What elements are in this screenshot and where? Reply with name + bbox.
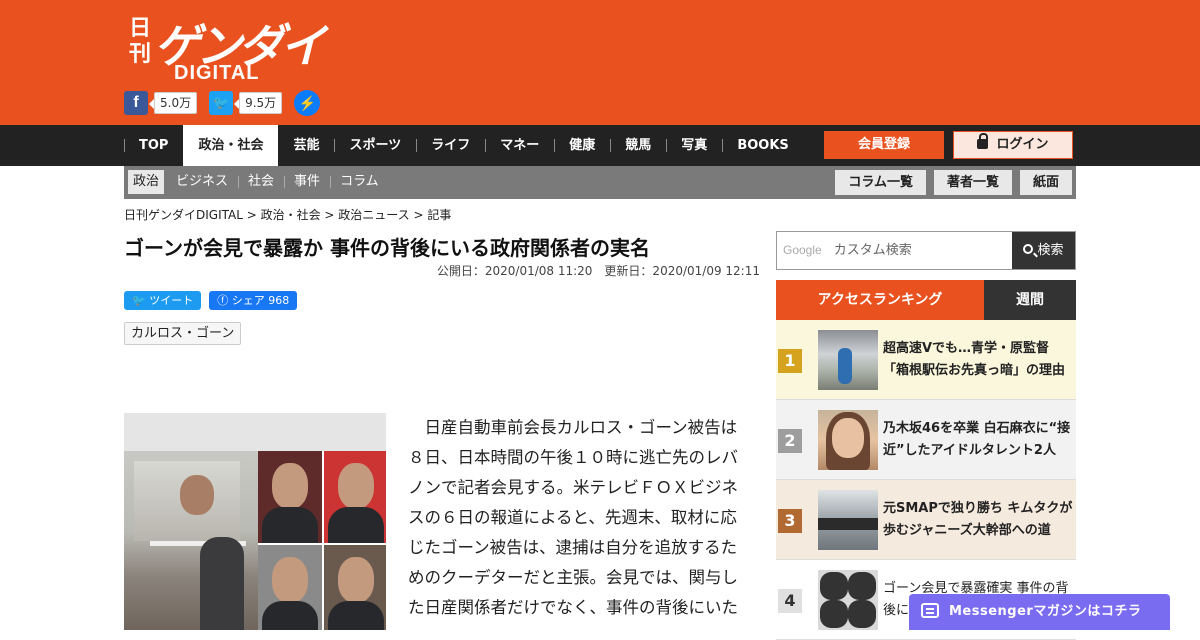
portrait-1 [258,451,322,543]
column-list-button[interactable]: コラム一覧 [835,170,926,195]
press-conference-image [124,451,258,630]
article-title: ゴーンが会見で暴露か 事件の背後にいる政府関係者の実名 [124,236,650,260]
gnav-item-health[interactable]: 健康 [554,125,610,166]
facebook-count: 5.0万 [148,92,198,114]
breadcrumb[interactable]: 日刊ゲンダイDIGITAL > 政治・社会 > 政治ニュース > 記事 [124,206,451,223]
portrait-grid [258,451,386,630]
share-buttons: 🐦 ツイート ⓕ シェア 968 [124,291,298,310]
ranking-thumbnail [818,570,878,630]
login-button[interactable]: ログイン [953,131,1073,159]
gnav-item-photo[interactable]: 写真 [666,125,722,166]
ranking-tabs: アクセスランキング 週間 [776,280,1076,320]
subnav-item-business[interactable]: ビジネス [164,170,238,194]
logo-small-text: 日刊 [128,16,151,67]
sub-nav: 政治 ビジネス 社会 事件 コラム コラム一覧 著者一覧 紙面 [124,166,1076,199]
messenger-icon[interactable]: ⚡ [294,90,321,116]
ranking-title: 元SMAPで独り勝ち キムタクが歩むジャニーズ大幹部への道 [883,501,1073,538]
search-button[interactable]: 検索 [1012,232,1075,269]
ranking-list: 1 超高速Vでも…青学・原監督「箱根駅伝お先真っ暗」の理由 2 乃木坂46を卒業… [776,320,1076,640]
search-button-label: 検索 [1037,243,1064,258]
rank-badge: 2 [778,429,802,453]
gnav-item-politics[interactable]: 政治・社会 [183,125,279,166]
article-tag[interactable]: カルロス・ゴーン [124,322,242,345]
messenger-banner-label: Messengerマガジンはコチラ [949,604,1142,619]
site-search: Google カスタム検索 検索 [776,231,1076,270]
twitter-count: 9.5万 [234,92,283,114]
facebook-icon[interactable]: f [124,91,148,115]
rank-badge: 3 [778,509,802,533]
twitter-icon[interactable]: 🐦 [209,91,234,115]
rank-badge: 4 [778,589,802,613]
share-label: シェア 968 [231,294,290,307]
tweet-button[interactable]: 🐦 ツイート [124,291,202,310]
ranking-thumbnail [818,490,878,550]
article-photo[interactable] [124,413,386,630]
google-label: Google [783,243,822,257]
article-dates: 公開日：2020/01/08 11:20 更新日：2020/01/09 12:1… [436,264,760,278]
portrait-4 [324,545,386,630]
tab-weekly[interactable]: 週間 [984,280,1076,320]
ranking-title: 超高速Vでも…青学・原監督「箱根駅伝お先真っ暗」の理由 [883,341,1066,378]
portrait-2 [324,451,386,543]
gnav-item-sports[interactable]: スポーツ [334,125,416,166]
rank-badge: 1 [778,349,802,373]
subnav-item-politics[interactable]: 政治 [128,170,165,194]
facebook-share-button[interactable]: ⓕ シェア 968 [209,291,298,310]
tweet-label: ツイート [149,294,194,307]
site-logo[interactable]: 日刊 ゲンダイ DIGITAL [124,10,326,85]
gnav-item-top[interactable]: TOP [124,125,183,166]
ranking-title: 乃木坂46を卒業 白石麻衣に“接近”したアイドルタレント2人 [883,421,1071,458]
gnav-item-money[interactable]: マネー [485,125,554,166]
article-body: 日産自動車前会長カルロス・ゴーン被告は８日、日本時間の午後１０時に逃亡先のレバノ… [408,418,738,617]
ranking-item[interactable]: 3 元SMAPで独り勝ち キムタクが歩むジャニーズ大幹部への道 [776,480,1076,560]
author-list-button[interactable]: 著者一覧 [933,170,1012,195]
search-input[interactable]: Google カスタム検索 [777,232,1013,269]
ranking-item[interactable]: 2 乃木坂46を卒業 白石麻衣に“接近”したアイドルタレント2人 [776,400,1076,480]
social-counters: f 5.0万 🐦 9.5万 ⚡ [124,90,321,116]
login-label: ログイン [996,137,1049,152]
site-header: 日刊 ゲンダイ DIGITAL f 5.0万 🐦 9.5万 ⚡ [0,0,1200,125]
subnav-item-society[interactable]: 社会 [238,170,284,194]
search-placeholder: カスタム検索 [833,243,912,258]
ranking-thumbnail [818,330,878,390]
messenger-banner[interactable]: Messengerマガジンはコチラ [909,594,1170,630]
portrait-3 [258,545,322,630]
chat-icon [921,603,939,618]
paper-button[interactable]: 紙面 [1019,170,1072,195]
person-silhouette [200,537,244,630]
gnav-item-entertainment[interactable]: 芸能 [278,125,334,166]
lock-icon [977,133,989,149]
subnav-item-column[interactable]: コラム [330,170,389,194]
tab-access-ranking[interactable]: アクセスランキング [776,280,984,320]
logo-sub-text: DIGITAL [174,62,260,84]
search-icon [1023,244,1034,254]
gnav-item-keiba[interactable]: 競馬 [610,125,666,166]
subnav-item-incident[interactable]: 事件 [284,170,330,194]
gnav-item-books[interactable]: BOOKS [722,125,803,166]
ranking-thumbnail [818,410,878,470]
gnav-item-life[interactable]: ライフ [416,125,485,166]
register-button[interactable]: 会員登録 [824,131,944,159]
screen-image [134,461,246,546]
ranking-item[interactable]: 1 超高速Vでも…青学・原監督「箱根駅伝お先真っ暗」の理由 [776,320,1076,400]
